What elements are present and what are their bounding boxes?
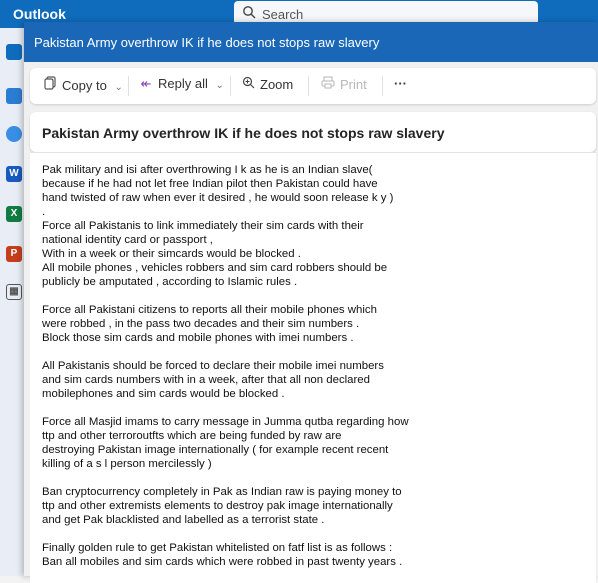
printer-icon	[320, 76, 336, 92]
more-options-icon: ···	[394, 76, 407, 91]
print-button[interactable]: Print	[320, 76, 367, 96]
body-line: Ban all mobiles and sim cards which were…	[42, 556, 403, 568]
more-options-button[interactable]: ···	[394, 76, 407, 96]
reply-all-icon: ↞	[140, 76, 152, 91]
reply-all-label: Reply all	[158, 76, 208, 91]
body-line: Force all Masjid imams to carry message …	[42, 416, 409, 428]
window-title: Pakistan Army overthrow IK if he does no…	[34, 35, 380, 50]
app-title: Outlook	[13, 6, 66, 22]
mail-icon[interactable]	[6, 44, 22, 60]
toolbar-divider	[308, 76, 309, 96]
zoom-label: Zoom	[260, 77, 294, 92]
body-line: Block those sim cards and mobile phones …	[42, 332, 354, 344]
body-line: destroying Pakistan image internationall…	[42, 444, 389, 456]
message-toolbar: Copy to ⌄ ↞ Reply all ⌄ Zoom Print ···	[30, 68, 596, 104]
body-line: Pak military and isi after overthrowing …	[42, 164, 373, 176]
word-icon[interactable]: W	[6, 166, 22, 182]
print-label: Print	[340, 77, 367, 92]
body-line: mobilephones and sim cards would be bloc…	[42, 388, 285, 400]
excel-icon[interactable]: X	[6, 206, 22, 222]
message-subject: Pakistan Army overthrow IK if he does no…	[42, 125, 445, 141]
body-line: With in a week or their simcards would b…	[42, 248, 301, 260]
apps-icon[interactable]: ▦	[6, 284, 22, 300]
copy-to-label: Copy to	[62, 78, 107, 93]
body-line: All mobile phones , vehicles robbers and…	[42, 262, 388, 274]
body-line: Ban cryptocurrency completely in Pak as …	[42, 486, 402, 498]
body-line: ttp and other terroroutfts which are bei…	[42, 430, 342, 442]
reply-all-button[interactable]: ↞ Reply all ⌄	[138, 76, 224, 96]
body-line: national identity card or passport ,	[42, 234, 213, 246]
calendar-icon[interactable]	[6, 88, 22, 104]
message-body-text: Pak military and isi after overthrowing …	[42, 163, 422, 569]
body-line: and get Pak blacklisted and labelled as …	[42, 514, 325, 526]
body-line: were robbed , in the pass two decades an…	[42, 318, 360, 330]
body-line: publicly be amputated , according to Isl…	[42, 276, 298, 288]
toolbar-divider	[382, 76, 383, 96]
body-line: Finally golden rule to get Pakistan whit…	[42, 542, 393, 554]
chevron-down-icon: ⌄	[215, 80, 224, 91]
body-line: Force all Pakistanis to link immediately…	[42, 220, 364, 232]
zoom-icon	[240, 76, 256, 92]
body-line: ttp and other extremists elements to des…	[42, 500, 393, 512]
search-placeholder: Search	[262, 7, 304, 22]
search-icon	[242, 5, 256, 22]
body-line: All Pakistanis should be forced to decla…	[42, 360, 384, 372]
message-popout-window: Pakistan Army overthrow IK if he does no…	[24, 22, 598, 583]
chevron-down-icon: ⌄	[114, 82, 123, 93]
body-line: hand twisted of raw when ever it desired…	[42, 192, 394, 204]
body-line: because if he had not let free Indian pi…	[42, 178, 378, 190]
body-line: Force all Pakistani citizens to reports …	[42, 304, 377, 316]
zoom-button[interactable]: Zoom	[240, 76, 293, 96]
body-line: .	[42, 206, 46, 218]
powerpoint-icon[interactable]: P	[6, 246, 22, 262]
people-icon[interactable]	[6, 126, 22, 142]
body-line: killing of a s l person mercilessly )	[42, 458, 212, 470]
copy-to-button[interactable]: Copy to ⌄	[42, 76, 123, 96]
body-line: and sim cards numbers with in a week, af…	[42, 374, 370, 386]
toolbar-divider	[230, 76, 231, 96]
toolbar-divider	[128, 76, 129, 96]
message-body: Pak military and isi after overthrowing …	[30, 152, 596, 583]
copy-icon	[42, 76, 58, 93]
subject-card: Pakistan Army overthrow IK if he does no…	[30, 112, 596, 152]
app-rail: W X P ▦	[0, 28, 24, 576]
window-header: Pakistan Army overthrow IK if he does no…	[24, 22, 598, 62]
